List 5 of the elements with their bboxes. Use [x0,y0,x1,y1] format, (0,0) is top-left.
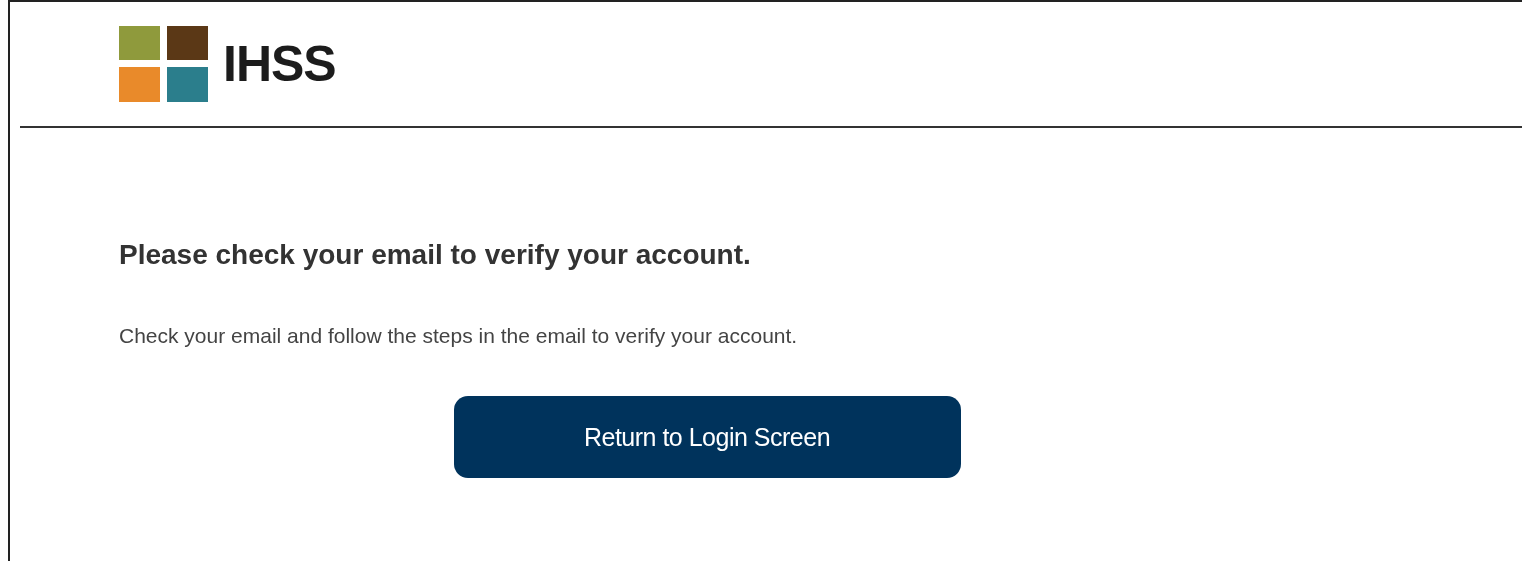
logo-text: IHSS [223,39,336,89]
page-heading: Please check your email to verify your account. [119,238,752,272]
return-login-button[interactable]: Return to Login Screen [453,396,961,478]
logo-icon [119,26,209,102]
instruction-text: Check your email and follow the steps in the email to verify your account. [119,323,799,349]
